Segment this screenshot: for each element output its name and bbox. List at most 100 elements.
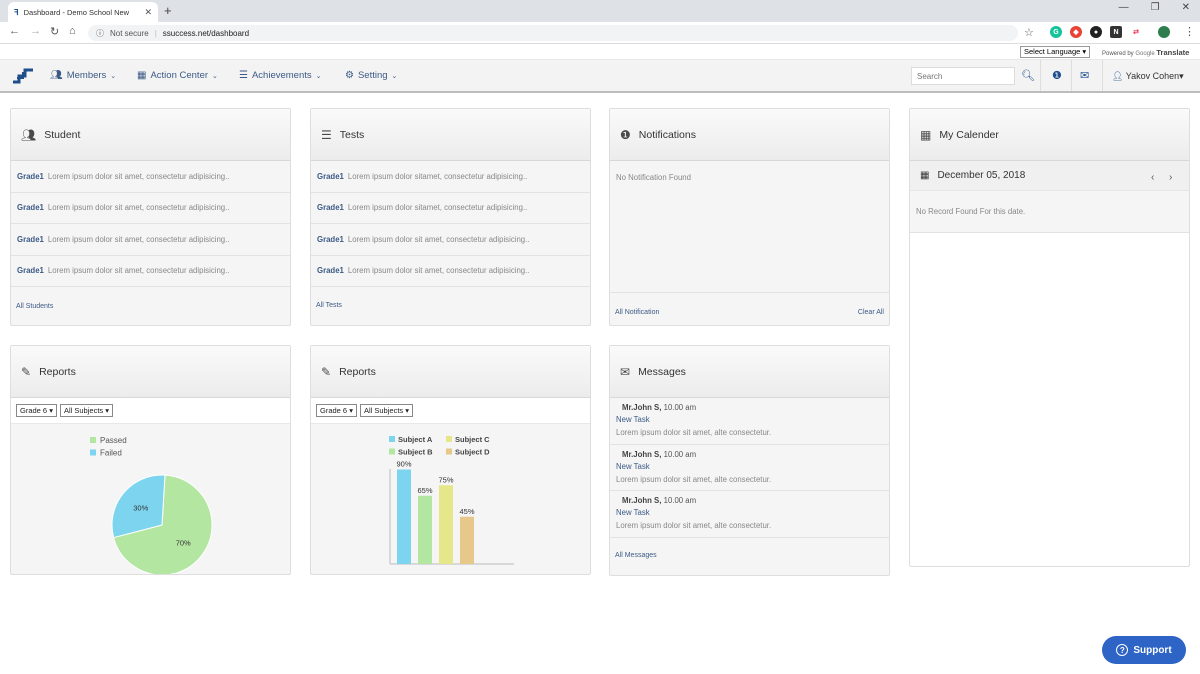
users-icon: 👥︎ (21, 127, 37, 142)
chevron-down-icon: ⌄ (212, 72, 218, 80)
all-notification-link[interactable]: All Notification (615, 309, 659, 316)
bar (460, 516, 474, 564)
report-filters: Grade 6 ▾ All Subjects ▾ (311, 398, 590, 424)
legend-label: Subject A (398, 435, 433, 444)
home-icon[interactable]: ⌂ (69, 25, 76, 37)
language-select[interactable]: Select Language ▾ (1020, 46, 1091, 58)
all-messages-link[interactable]: All Messages (615, 552, 657, 559)
new-tab-icon[interactable]: + (164, 3, 172, 18)
bookmark-star-icon[interactable]: ☆ (1024, 26, 1034, 39)
gear-icon: ⚙ (345, 70, 354, 81)
empty-message: No Notification Found (616, 173, 691, 182)
alert-icon[interactable]: ❶ (1052, 69, 1062, 82)
notion-extension-icon[interactable]: N (1110, 26, 1122, 38)
prev-date-icon[interactable]: ‹ (1151, 172, 1154, 183)
legend-swatch (446, 448, 452, 455)
message-item[interactable]: Mr.John S, 10.00 am New Task Lorem ipsum… (610, 491, 889, 538)
user-icon: 👤︎ (1112, 71, 1124, 81)
panel-header: ❶ Notifications (610, 109, 889, 161)
list-item[interactable]: Grade1 Lorem ipsum dolor sitamet, consect… (311, 161, 590, 193)
nav-setting[interactable]: ⚙ Setting ⌄ (345, 70, 397, 81)
legend-label: Passed (100, 436, 127, 445)
bar (439, 485, 453, 564)
more-menu-icon[interactable]: ⋮ (1184, 25, 1195, 38)
message-subject: New Task (616, 415, 650, 424)
calendar-icon: ▦ (920, 170, 930, 181)
envelope-icon[interactable]: ✉ (1080, 69, 1089, 82)
favicon-icon: ꟻ (14, 7, 19, 17)
tests-panel: ☰ Tests Grade1 Lorem ipsum dolor sitamet,… (310, 108, 591, 326)
subject-select[interactable]: All Subjects ▾ (59, 404, 114, 417)
legend-swatch (389, 448, 395, 455)
next-date-icon[interactable]: › (1169, 172, 1172, 183)
extension-icon[interactable]: ◆ (1070, 26, 1082, 38)
close-window-icon[interactable]: ✕ (1182, 2, 1190, 13)
all-students-link[interactable]: All Students (16, 303, 53, 310)
extension-icon[interactable]: ● (1090, 26, 1102, 38)
legend-swatch (389, 436, 395, 442)
back-icon[interactable]: ← (9, 25, 20, 37)
url-text: ssuccess.net/dashboard (162, 28, 250, 38)
url-field[interactable]: ⓘ Not secure | ssuccess.net/dashboard (88, 25, 1018, 41)
calendar-date: December 05, 2018 (937, 170, 1026, 181)
student-panel: 👥︎ Student Grade1 Lorem ipsum dolor sit a… (10, 108, 291, 326)
grade-select[interactable]: Grade 6 ▾ (16, 404, 57, 417)
bar-chart: Subject A Subject B Subject C Subject D 90% 6… (389, 435, 514, 565)
nav-achievements[interactable]: ☰ Achievements ⌄ (239, 70, 322, 81)
restore-icon[interactable]: ❐ (1151, 2, 1160, 13)
support-button[interactable]: ? Support (1102, 636, 1186, 664)
search-input[interactable] (911, 67, 1015, 85)
panel-title: My Calender (939, 128, 999, 141)
messages-panel: ✉ Messages Mr.John S, 10.00 am New Task … (609, 345, 890, 576)
list-item[interactable]: Grade1 Lorem ipsum dolor sit amet, consec… (11, 224, 290, 256)
minimize-icon[interactable]: — (1119, 2, 1129, 13)
search-icon[interactable]: 🔍︎ (1021, 69, 1035, 82)
panel-header: ▦ My Calender (910, 109, 1189, 161)
close-tab-icon[interactable]: ✕ (144, 7, 152, 18)
subject-select[interactable]: All Subjects ▾ (359, 404, 414, 417)
legend-label: Subject C (455, 435, 490, 444)
legend-label: Failed (100, 449, 122, 458)
panel-header: ✎ Reports (311, 346, 590, 398)
calendar-panel: ▦ My Calender ▦ December 05, 2018 No Rec… (909, 108, 1190, 567)
clear-all-link[interactable]: Clear All (858, 309, 884, 316)
user-menu[interactable]: 👤︎ Yakov Cohen▾ (1112, 71, 1184, 82)
reports-pie-panel: ✎ Reports Grade 6 ▾ All Subjects ▾ Passe… (10, 345, 291, 576)
list-item[interactable]: Grade1 Lorem ipsum dolor sit amet, consec… (11, 256, 290, 287)
reload-icon[interactable]: ↻ (50, 25, 59, 38)
window-controls: — ❐ ✕ (1119, 2, 1190, 13)
nav-members[interactable]: 👥︎ Members ⌄ (50, 70, 116, 81)
list-item[interactable]: Grade1 Lorem ipsum dolor sit amet, consec… (11, 161, 290, 193)
calendar-date-row: ▦ December 05, 2018 (910, 161, 1189, 191)
logo[interactable] (11, 68, 35, 89)
list-icon: ☰ (321, 127, 332, 142)
chevron-down-icon: ⌄ (315, 72, 322, 80)
bar-value-label: 90% (396, 460, 411, 469)
browser-tab-strip: ꟻ Dashboard - Demo School New ✕ + — ❐ ✕ (0, 0, 1200, 22)
slice-label: 30% (133, 504, 148, 513)
users-icon: 👥︎ (50, 70, 63, 81)
panel-header: ☰ Tests (311, 109, 590, 161)
pie-chart: Passed Failed 70% 30% (90, 436, 213, 576)
list-item[interactable]: Grade1 Lorem ipsum dolor sit amet, consec… (11, 193, 290, 224)
message-item[interactable]: Mr.John S, 10.00 am New Task Lorem ipsum… (610, 398, 889, 445)
info-icon[interactable]: ⓘ (96, 28, 104, 39)
nav-action-center[interactable]: ▦ Action Center ⌄ (137, 70, 218, 81)
forward-icon[interactable]: → (30, 25, 41, 37)
profile-avatar-icon[interactable] (1158, 26, 1170, 38)
envelope-icon: ✉ (620, 364, 631, 379)
list-item[interactable]: Grade1 Lorem ipsum dolor sit amet, consec… (311, 256, 590, 287)
grammarly-extension-icon[interactable]: G (1050, 26, 1062, 38)
empty-message: No Record Found For this date. (916, 207, 1026, 216)
bar-value-label: 65% (417, 486, 432, 495)
message-item[interactable]: Mr.John S, 10.00 am New Task Lorem ipsum… (610, 445, 889, 491)
grade-select[interactable]: Grade 6 ▾ (316, 404, 357, 417)
browser-tab[interactable]: ꟻ Dashboard - Demo School New ✕ (8, 2, 158, 22)
panel-header: ✎ Reports (11, 346, 290, 398)
list-item[interactable]: Grade1 Lorem ipsum dolor sitamet, consect… (311, 193, 590, 224)
extension-icon[interactable]: ⇄ (1130, 26, 1142, 38)
message-subject: New Task (616, 461, 650, 471)
list-item[interactable]: Grade1 Lorem ipsum dolor sit amet, consec… (311, 224, 590, 256)
all-tests-link[interactable]: All Tests (316, 302, 342, 309)
list-icon: ☰ (239, 70, 248, 81)
